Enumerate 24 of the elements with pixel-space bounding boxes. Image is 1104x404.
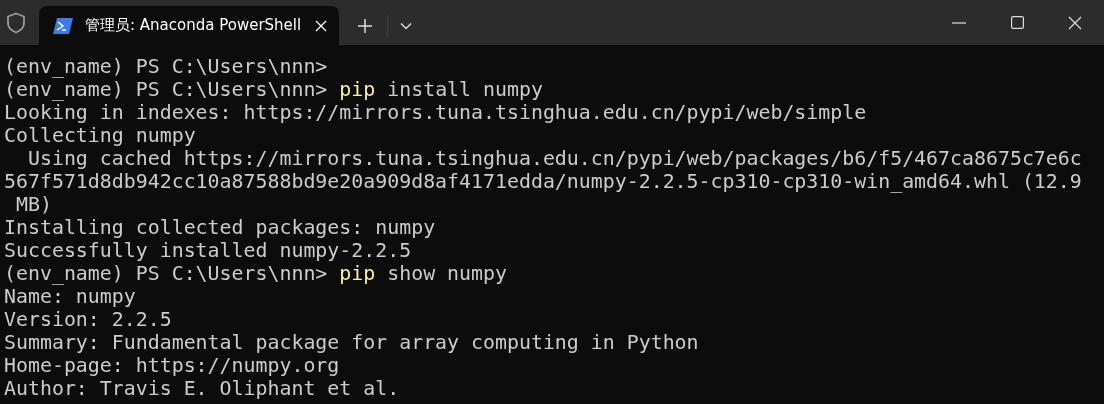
terminal-line: Successfully installed numpy-2.2.5 xyxy=(4,239,412,262)
close-icon xyxy=(1068,15,1082,30)
terminal-line: Author: Travis E. Oliphant et al. xyxy=(4,377,400,400)
maximize-icon xyxy=(1010,16,1024,29)
close-tab-icon[interactable] xyxy=(315,19,327,32)
terminal-line: Looking in indexes: https://mirrors.tuna.tsinghua.edu.cn/pypi/web/simple xyxy=(4,101,867,124)
terminal-line: MB) xyxy=(14,193,52,216)
terminal-tab[interactable]: 管理员: Anaconda PowerShell xyxy=(39,6,339,45)
terminal-line: (env_name) PS C:\Users\nnn> pip show numpy xyxy=(4,262,507,285)
terminal-line: Version: 2.2.5 xyxy=(4,308,172,331)
shield-icon xyxy=(6,12,26,34)
terminal-line: Using cached https://mirrors.tuna.tsinghua.edu.cn/pypi/web/packages/b6/f5/467ca8675c7e6c xyxy=(26,147,1082,170)
terminal-line: (env_name) PS C:\Users\nnn> xyxy=(4,55,328,78)
powershell-icon xyxy=(53,17,73,34)
terminal-line: 567f571d8db942cc10a87588bd9e20a909d8af4171edda/numpy-2.2.5-cp310-cp310-win_amd64.whl (12.9 xyxy=(4,170,1082,193)
terminal-line: Summary: Fundamental package for array computing in Python xyxy=(4,331,699,354)
minimize-icon xyxy=(952,21,966,24)
terminal-line: Collecting numpy xyxy=(4,124,196,147)
terminal-line: (env_name) PS C:\Users\nnn> pip install numpy xyxy=(4,78,543,101)
terminal-line: Name: numpy xyxy=(4,285,136,308)
terminal-line: Installing collected packages: numpy xyxy=(4,216,436,239)
plus-icon xyxy=(358,18,372,33)
chevron-down-icon xyxy=(400,21,412,30)
terminal-line: Home-page: https://numpy.org xyxy=(4,354,340,377)
